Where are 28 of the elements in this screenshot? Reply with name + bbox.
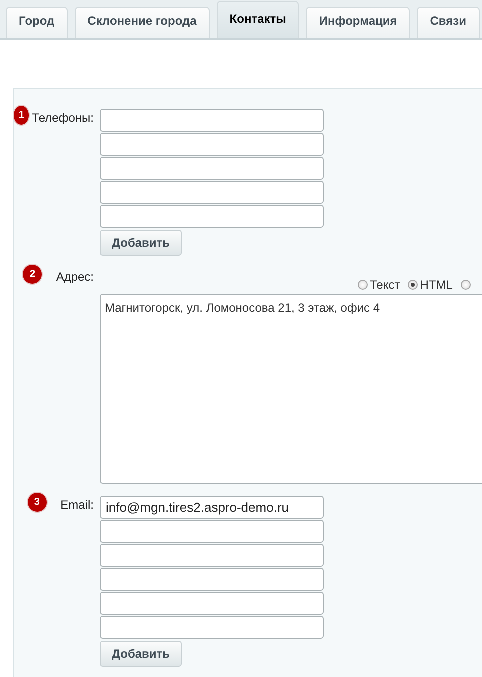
tab[interactable]: Связи (417, 7, 480, 38)
number-badge: 1 (14, 106, 30, 125)
add-button[interactable]: Добавить (100, 641, 182, 667)
number-badge: 2 (23, 265, 42, 284)
address-textarea[interactable]: Магнитогорск, ул. Ломоносова 21, 3 этаж, офис 4 (100, 294, 482, 484)
tab[interactable]: Город (6, 7, 68, 38)
text-field[interactable] (100, 181, 324, 204)
number-badge: 3 (28, 493, 47, 512)
text-field[interactable] (100, 205, 324, 228)
text-field[interactable] (100, 616, 324, 639)
field-label: Email: (60, 497, 94, 512)
text-field[interactable] (100, 544, 324, 567)
mode-radio[interactable]: Текст (358, 278, 400, 292)
text-field[interactable] (100, 592, 324, 615)
text-field[interactable] (100, 520, 324, 543)
field-label: Адрес: (56, 269, 94, 284)
add-button[interactable]: Добавить (100, 230, 182, 256)
text-field[interactable] (100, 133, 324, 156)
text-field[interactable] (100, 568, 324, 591)
tab[interactable]: Информация (306, 7, 410, 38)
text-field[interactable] (100, 157, 324, 180)
text-field[interactable] (100, 109, 324, 132)
field-label: Телефоны: (32, 110, 94, 125)
tab[interactable]: Контакты (216, 1, 300, 38)
tab[interactable]: Склонение города (74, 7, 210, 38)
text-field[interactable]: info@mgn.tires2.aspro-demo.ru (100, 496, 324, 519)
mode-radio[interactable]: HTML (408, 278, 453, 292)
mode-radio[interactable] (460, 278, 471, 292)
